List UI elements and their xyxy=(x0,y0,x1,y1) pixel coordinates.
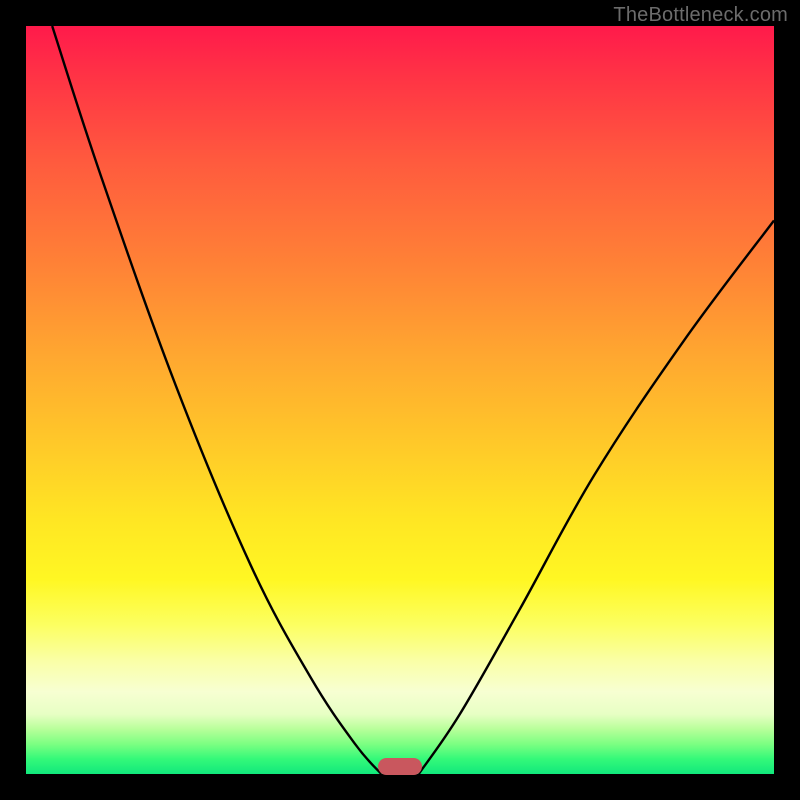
optimal-marker xyxy=(378,758,423,775)
plot-area xyxy=(26,26,774,774)
chart-frame: TheBottleneck.com xyxy=(0,0,800,800)
left-curve xyxy=(52,26,381,774)
right-curve xyxy=(419,220,774,774)
curve-layer xyxy=(26,26,774,774)
watermark-text: TheBottleneck.com xyxy=(613,4,788,27)
